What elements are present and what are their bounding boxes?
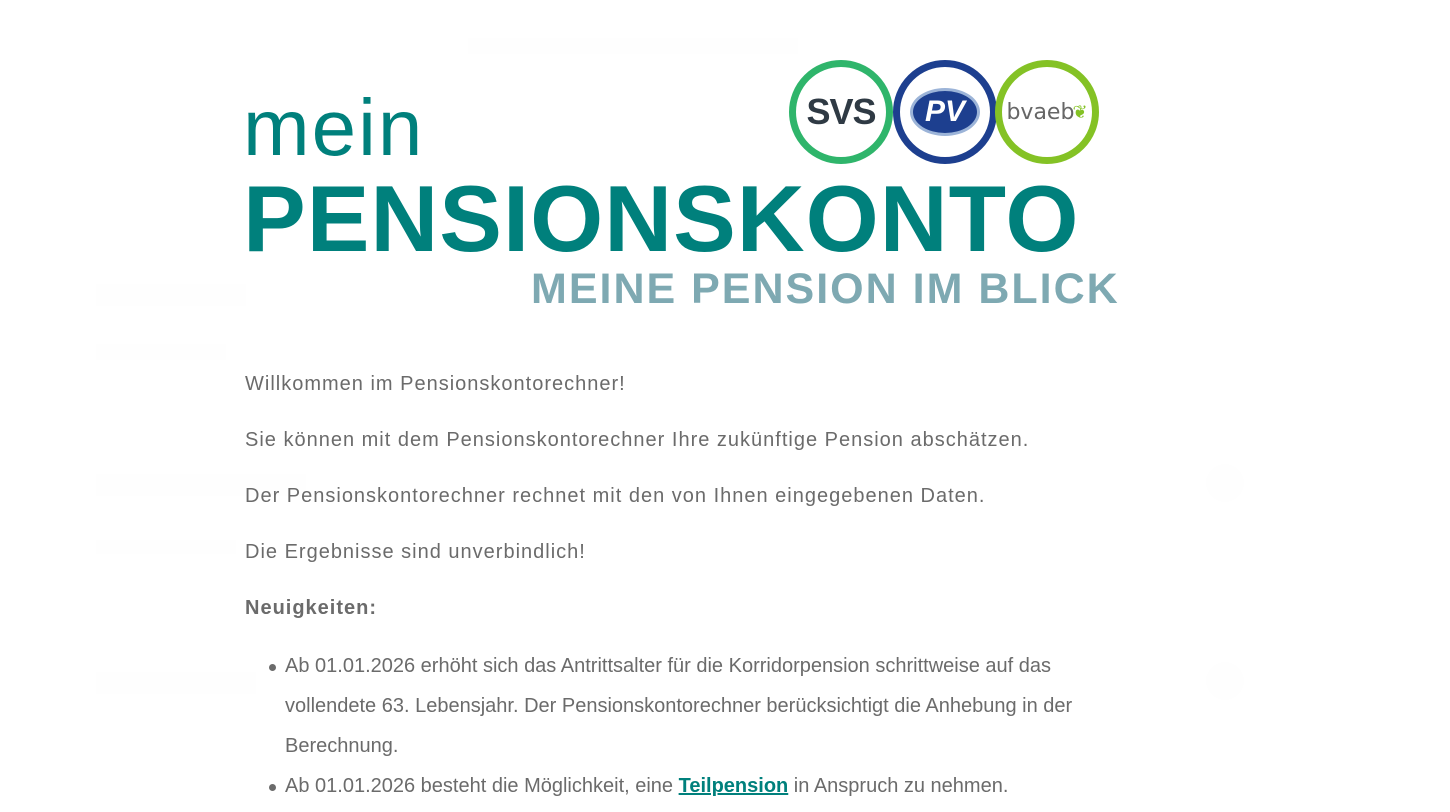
intro-text-1: Sie können mit dem Pensionskontorechner … <box>245 429 1030 451</box>
dialog-content: Willkommen im Pensionskontorechner! Sie … <box>245 370 1145 806</box>
bvaeb-logo-text: bvaeb <box>1006 99 1075 125</box>
bvaeb-logo: bvaeb ❦ <box>995 60 1099 164</box>
pv-logo: PV <box>893 60 997 164</box>
pv-logo-text: PV <box>924 95 966 128</box>
teilpension-link[interactable]: Teilpension <box>679 775 789 797</box>
svs-logo: SVS <box>789 60 893 164</box>
welcome-dialog: mein PENSIONSKONTO MEINE PENSION IM BLIC… <box>0 0 1450 812</box>
intro-text-3: Die Ergebnisse sind unverbindlich! <box>245 541 586 563</box>
logo-claim: MEINE PENSION IM BLICK <box>531 265 1120 313</box>
intro-text-2: Der Pensionskontorechner rechnet mit den… <box>245 485 986 507</box>
news-title: Neuigkeiten: <box>245 597 378 619</box>
news-list: Ab 01.01.2026 erhöht sich das Antrittsal… <box>245 646 1145 806</box>
logo-text-pensionskonto: PENSIONSKONTO <box>243 166 1080 271</box>
news-item-text: in Anspruch zu nehmen. <box>788 775 1009 797</box>
news-item: Ab 01.01.2026 besteht die Möglichkeit, e… <box>245 766 1145 806</box>
pv-logo-oval: PV <box>910 88 980 136</box>
logo-text-mein: mein <box>243 83 425 172</box>
news-item-text: Ab 01.01.2026 besteht die Möglichkeit, e… <box>285 775 679 797</box>
leaf-icon: ❦ <box>1072 101 1088 123</box>
news-item: Ab 01.01.2026 erhöht sich das Antrittsal… <box>245 646 1145 766</box>
welcome-text: Willkommen im Pensionskontorechner! <box>245 373 626 395</box>
svs-logo-text: SVS <box>806 91 876 132</box>
